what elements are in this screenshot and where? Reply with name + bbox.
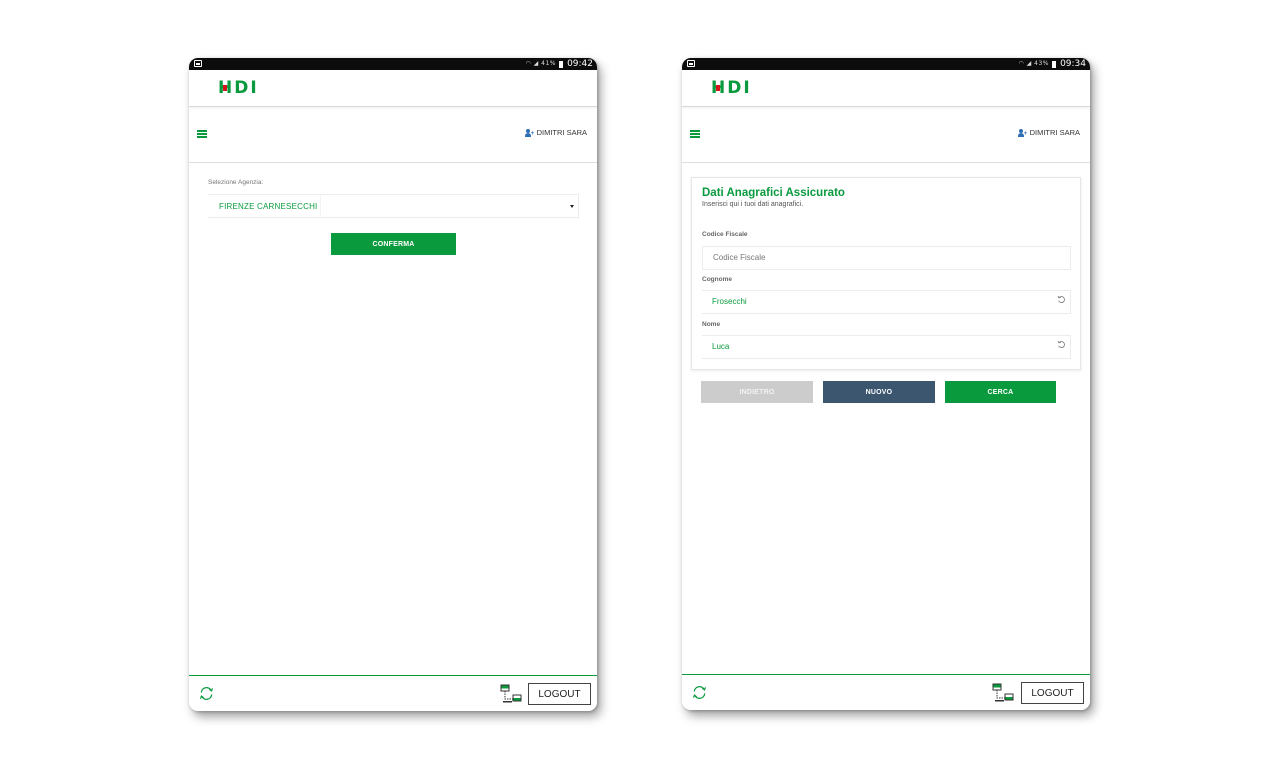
name-value: Luca (712, 342, 730, 351)
tax-code-input[interactable]: Codice Fiscale (702, 246, 1071, 270)
bottom-bar: LOGOUT (682, 674, 1090, 710)
refresh-icon[interactable] (198, 685, 215, 702)
user-add-icon: + (1017, 128, 1027, 137)
user-name: DIMITRI SARA (1029, 128, 1080, 137)
nav-bar: + DIMITRI SARA (189, 108, 597, 163)
hdi-logo: HDI (218, 78, 259, 98)
undo-icon[interactable] (1057, 295, 1066, 304)
menu-icon[interactable] (197, 130, 207, 138)
tablet-screen-agency-selection: ◠ ◢ 41% 09:42 HDI + DIMITRI SARA Selezio… (189, 58, 597, 711)
logout-button[interactable]: LOGOUT (1021, 682, 1084, 704)
app-header: HDI (189, 70, 597, 107)
surname-label: Cognome (702, 276, 732, 283)
name-input[interactable]: Luca (702, 335, 1071, 359)
status-time: 09:42 (567, 59, 593, 69)
app-header: HDI (682, 70, 1090, 107)
logo-red-mark (716, 85, 720, 91)
card-title: Dati Anagrafici Assicurato (702, 187, 845, 199)
bottom-bar: LOGOUT (189, 675, 597, 711)
user-account-link[interactable]: + DIMITRI SARA (1017, 128, 1080, 137)
surname-input[interactable]: Frosecchi (702, 290, 1071, 314)
back-button[interactable]: INDIETRO (701, 381, 813, 403)
user-add-icon: + (524, 128, 534, 137)
hdi-logo: HDI (711, 78, 752, 98)
wifi-icon: ◠ (525, 60, 532, 67)
user-name: DIMITRI SARA (536, 128, 587, 137)
status-time: 09:34 (1060, 59, 1086, 69)
network-icon (500, 684, 522, 703)
notification-icon (194, 60, 202, 67)
battery-percent: 43% (1034, 60, 1049, 67)
battery-icon (1052, 61, 1056, 68)
insured-data-card: Dati Anagrafici Assicurato Inserisci qui… (691, 177, 1081, 370)
signal-icon: ◠ ◢ 41% (525, 60, 556, 67)
surname-value: Frosecchi (712, 297, 747, 306)
notification-icon (687, 60, 695, 67)
refresh-icon[interactable] (691, 684, 708, 701)
wifi-icon: ◠ (1018, 60, 1025, 67)
menu-icon[interactable] (690, 130, 700, 138)
agency-selected-value: FIRENZE CARNESECCHI (219, 202, 318, 211)
user-account-link[interactable]: + DIMITRI SARA (524, 128, 587, 137)
search-button[interactable]: CERCA (945, 381, 1056, 403)
signal-icon: ◠ ◢ 43% (1018, 60, 1049, 67)
nav-bar: + DIMITRI SARA (682, 108, 1090, 163)
dropdown-caret-icon (570, 205, 574, 208)
agency-select[interactable]: FIRENZE CARNESECCHI (208, 194, 579, 218)
logout-button[interactable]: LOGOUT (528, 683, 591, 705)
agency-select-label: Selezione Agenzia: (208, 179, 264, 186)
status-bar: ◠ ◢ 43% 09:34 (682, 58, 1090, 70)
status-bar: ◠ ◢ 41% 09:42 (189, 58, 597, 70)
confirm-button[interactable]: CONFERMA (331, 233, 456, 255)
new-button[interactable]: NUOVO (823, 381, 935, 403)
tax-code-label: Codice Fiscale (702, 231, 748, 238)
tablet-screen-insured-data: ◠ ◢ 43% 09:34 HDI + DIMITRI SARA Dati An… (682, 58, 1090, 710)
undo-icon[interactable] (1057, 340, 1066, 349)
battery-percent: 41% (541, 60, 556, 67)
network-icon (992, 683, 1014, 702)
select-divider (320, 195, 321, 217)
card-subtitle: Inserisci qui i tuoi dati anagrafici. (702, 201, 804, 208)
name-label: Nome (702, 321, 721, 328)
logo-red-mark (223, 85, 227, 91)
battery-icon (559, 61, 563, 68)
